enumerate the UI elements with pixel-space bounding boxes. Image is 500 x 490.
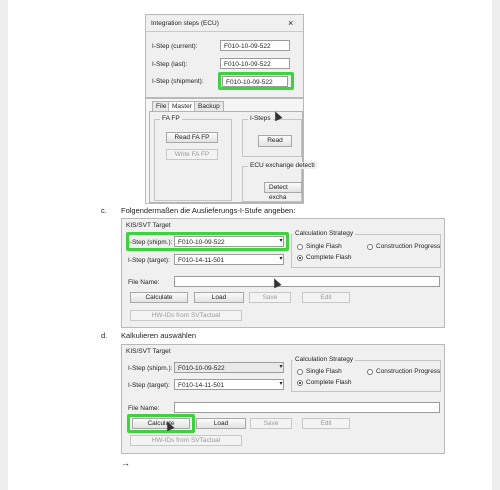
complete-flash-label-d: Complete Flash <box>306 379 352 386</box>
read-button[interactable]: Read <box>258 135 292 147</box>
target-label-d: I-Step (target): <box>128 382 170 389</box>
calculate-button-c[interactable]: Calculate <box>130 292 188 303</box>
target-select-d[interactable]: F010-14-11-501 <box>174 379 284 390</box>
radio-single-flash-c[interactable] <box>297 244 303 250</box>
radio-single-flash-d[interactable] <box>297 369 303 375</box>
close-icon[interactable]: × <box>288 18 293 28</box>
hw-ids-button-c[interactable]: HW-IDs from SVTactual <box>130 310 242 321</box>
save-button-c[interactable]: Save <box>249 292 291 303</box>
step-d-text: Kalkulieren auswählen <box>121 331 197 340</box>
hw-ids-button-d[interactable]: HW-IDs from SVTactual <box>130 435 242 446</box>
window-title: Integration steps (ECU) <box>151 20 219 27</box>
istep-current-label: I-Step (current): <box>152 43 198 50</box>
fa-fp-group-title: FA FP <box>160 115 182 122</box>
step-c-letter: c. <box>101 206 107 215</box>
step-d-letter: d. <box>101 331 108 340</box>
single-flash-label-c: Single Flash <box>306 243 342 250</box>
document-page: Integration steps (ECU) × I-Step (curren… <box>8 0 492 490</box>
chevron-down-icon[interactable]: ▾ <box>277 380 285 389</box>
edit-button-d[interactable]: Edit <box>302 418 350 429</box>
isteps-group-title: I-Steps <box>248 115 273 122</box>
shipment-highlight <box>218 72 294 90</box>
load-button-d[interactable]: Load <box>196 418 246 429</box>
construction-label-d: Construction Progress <box>376 368 441 375</box>
file-name-input-d[interactable] <box>174 402 440 413</box>
step-c-text: Folgendermaßen die Auslieferungs-I-Stufe… <box>121 206 296 215</box>
construction-label-c: Construction Progress <box>376 243 441 250</box>
calc-strategy-group-d: Calculation Strategy <box>291 356 441 392</box>
radio-complete-flash-c[interactable] <box>297 255 303 261</box>
shipm-label-d: I-Step (shipm.): <box>128 365 173 372</box>
load-button-c[interactable]: Load <box>194 292 244 303</box>
file-name-input-c[interactable] <box>174 276 440 287</box>
single-flash-label-d: Single Flash <box>306 368 342 375</box>
calc-strategy-group-c: Calculation Strategy <box>291 230 441 268</box>
kis-svt-panel-c: KIS/SVT Target I-Step (shipm.): F010-10-… <box>121 218 445 328</box>
arrow-icon: → <box>121 458 130 468</box>
istep-last-field[interactable]: F010-10-09-522 <box>220 58 290 69</box>
calc-strategy-title-d: Calculation Strategy <box>293 356 356 363</box>
radio-construction-c[interactable] <box>367 244 373 250</box>
write-fa-fp-button[interactable]: Write FA FP <box>166 149 218 160</box>
integration-steps-window: Integration steps (ECU) × I-Step (curren… <box>145 14 304 98</box>
calc-strategy-title-c: Calculation Strategy <box>293 230 356 237</box>
shipm-select-d[interactable]: F010-10-09-522 <box>174 362 284 373</box>
detect-exchange-button[interactable]: Detect excha <box>264 182 302 201</box>
istep-last-label: I-Step (last): <box>152 61 188 68</box>
radio-construction-d[interactable] <box>367 369 373 375</box>
chevron-down-icon[interactable]: ▾ <box>277 255 285 264</box>
shipm-highlight-c <box>126 232 289 251</box>
chevron-down-icon[interactable]: ▾ <box>277 363 285 372</box>
complete-flash-label-c: Complete Flash <box>306 254 352 261</box>
target-label-c: I-Step (target): <box>128 257 170 264</box>
istep-shipment-label: I-Step (shipment): <box>152 78 204 85</box>
kis-svt-panel-d: KIS/SVT Target I-Step (shipm.): F010-10-… <box>121 344 445 454</box>
istep-current-field[interactable]: F010-10-09-522 <box>220 40 290 51</box>
kis-svt-title-d: KIS/SVT Target <box>126 348 171 355</box>
edit-button-c[interactable]: Edit <box>302 292 350 303</box>
save-button-d[interactable]: Save <box>250 418 292 429</box>
ecu-exchange-title: ECU exchange detecti <box>248 162 317 169</box>
file-name-label-c: File Name: <box>128 279 160 286</box>
target-select-c[interactable]: F010-14-11-501 <box>174 254 284 265</box>
kis-svt-title-c: KIS/SVT Target <box>126 222 171 229</box>
calculate-highlight-d <box>127 414 195 433</box>
read-fa-fp-button[interactable]: Read FA FP <box>166 132 218 143</box>
radio-complete-flash-d[interactable] <box>297 380 303 386</box>
file-name-label-d: File Name: <box>128 405 160 412</box>
master-panel: File Master Backup FA FP Read FA FP Writ… <box>145 98 317 204</box>
